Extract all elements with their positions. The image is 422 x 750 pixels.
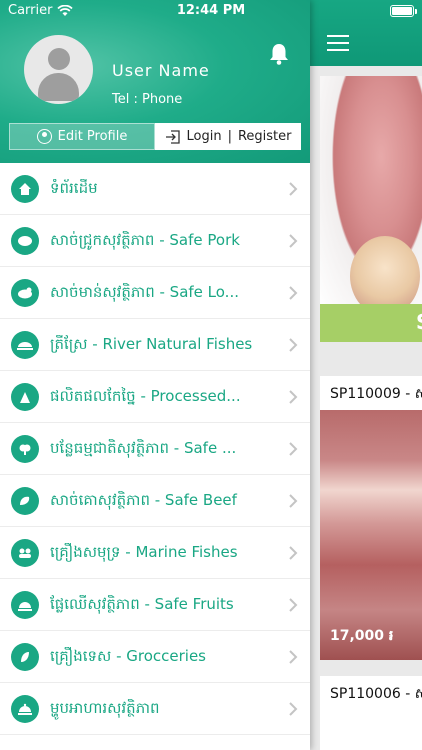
menu-item-label: សាច់ជ្រូកសុវត្ថិភាព - Safe Pork [50, 231, 240, 249]
main-content: S SP110009 - សា 17,000 ៛ SP110006 - សា [310, 0, 422, 750]
chevron-right-icon [289, 338, 298, 352]
fish-icon [11, 331, 39, 359]
chevron-right-icon [289, 390, 298, 404]
user-name: User Name [112, 61, 210, 80]
chevron-right-icon [289, 650, 298, 664]
home-icon [11, 175, 39, 203]
user-phone: Tel : Phone [112, 92, 183, 107]
menu-item-label: បន្លែធម្មជាតិសុវត្ថិភាព - Safe ... [50, 439, 237, 457]
menu-item-label: ទំព័រដើម [50, 179, 98, 197]
grocery-icon [11, 643, 39, 671]
menu-item-groceries[interactable]: គ្រឿងទេស - Grocceries [0, 631, 310, 683]
product-code: SP110009 - សា [330, 386, 422, 402]
login-label[interactable]: Login [187, 129, 222, 144]
meal-icon [11, 695, 39, 723]
menu-item-home[interactable]: ទំព័រដើម [0, 163, 310, 215]
clock: 12:44 PM [176, 3, 246, 18]
beef-icon [11, 487, 39, 515]
menu-item-safe-chicken[interactable]: សាច់មាន់សុវត្ថិភាព - Safe Lo... [0, 267, 310, 319]
edit-profile-label: Edit Profile [57, 129, 128, 144]
menu-item-safe-pork[interactable]: សាច់ជ្រូកសុវត្ថិភាព - Safe Pork [0, 215, 310, 267]
chevron-right-icon [289, 494, 298, 508]
menu-item-processed[interactable]: ផលិតផលកែច្នៃ - Processed... [0, 371, 310, 423]
chevron-right-icon [289, 546, 298, 560]
menu-item-label: ផលិតផលកែច្នៃ - Processed... [50, 387, 241, 405]
chevron-right-icon [289, 286, 298, 300]
menu-item-label: គ្រឿងសមុទ្រ - Marine Fishes [50, 543, 238, 561]
menu-item-label: ផ្លែឈើសុវត្ថិភាព - Safe Fruits [50, 595, 234, 613]
profile-header: User Name Tel : Phone Edit Profile Login… [0, 0, 310, 163]
chevron-right-icon [289, 234, 298, 248]
seafood-icon [11, 539, 39, 567]
avatar[interactable] [24, 35, 93, 104]
login-register-button[interactable]: Login | Register [155, 123, 301, 150]
chevron-right-icon [289, 702, 298, 716]
product-card[interactable]: SP110006 - សា [320, 676, 422, 750]
chevron-right-icon [289, 442, 298, 456]
menu-item-safe-vegetables[interactable]: បន្លែធម្មជាតិសុវត្ថិភាព - Safe ... [0, 423, 310, 475]
category-menu: ទំព័រដើម សាច់ជ្រូកសុវត្ថិភាព - Safe Pork… [0, 163, 310, 735]
processed-food-icon [11, 383, 39, 411]
menu-item-safe-fruits[interactable]: ផ្លែឈើសុវត្ថិភាព - Safe Fruits [0, 579, 310, 631]
menu-item-label: ម្ហូបអាហារសុវត្ថិភាព [50, 699, 160, 717]
hamburger-menu-icon[interactable] [327, 35, 349, 51]
battery-icon [390, 5, 417, 17]
banner-text: S [416, 310, 422, 334]
side-drawer: User Name Tel : Phone Edit Profile Login… [0, 0, 310, 750]
chevron-right-icon [289, 598, 298, 612]
login-register-separator: | [227, 129, 232, 144]
chicken-icon [11, 279, 39, 307]
menu-item-label: សាច់មាន់សុវត្ថិភាព - Safe Lo... [50, 283, 239, 301]
user-icon [36, 129, 52, 144]
fruit-icon [11, 591, 39, 619]
chevron-right-icon [289, 182, 298, 196]
login-icon [165, 129, 180, 144]
edit-profile-button[interactable]: Edit Profile [9, 123, 155, 150]
promo-banner[interactable]: S [320, 76, 422, 342]
menu-item-safe-meals[interactable]: ម្ហូបអាហារសុវត្ថិភាព [0, 683, 310, 735]
pork-icon [11, 227, 39, 255]
banner-strip [320, 304, 422, 342]
menu-item-marine-fishes[interactable]: គ្រឿងសមុទ្រ - Marine Fishes [0, 527, 310, 579]
product-code: SP110006 - សា [330, 686, 422, 702]
status-bar: Carrier 12:44 PM [0, 0, 422, 22]
product-image [320, 410, 422, 660]
product-price: 17,000 ៛ [330, 628, 394, 644]
vegetable-icon [11, 435, 39, 463]
menu-item-label: ត្រីស្រែ - River Natural Fishes [50, 335, 253, 353]
menu-item-river-fishes[interactable]: ត្រីស្រែ - River Natural Fishes [0, 319, 310, 371]
menu-item-safe-beef[interactable]: សាច់គោសុវត្ថិភាព - Safe Beef [0, 475, 310, 527]
menu-item-label: គ្រឿងទេស - Grocceries [50, 647, 206, 665]
menu-item-label: សាច់គោសុវត្ថិភាព - Safe Beef [50, 491, 237, 509]
bell-icon[interactable] [268, 42, 290, 66]
register-label[interactable]: Register [238, 129, 292, 144]
product-card[interactable]: SP110009 - សា 17,000 ៛ [320, 376, 422, 660]
